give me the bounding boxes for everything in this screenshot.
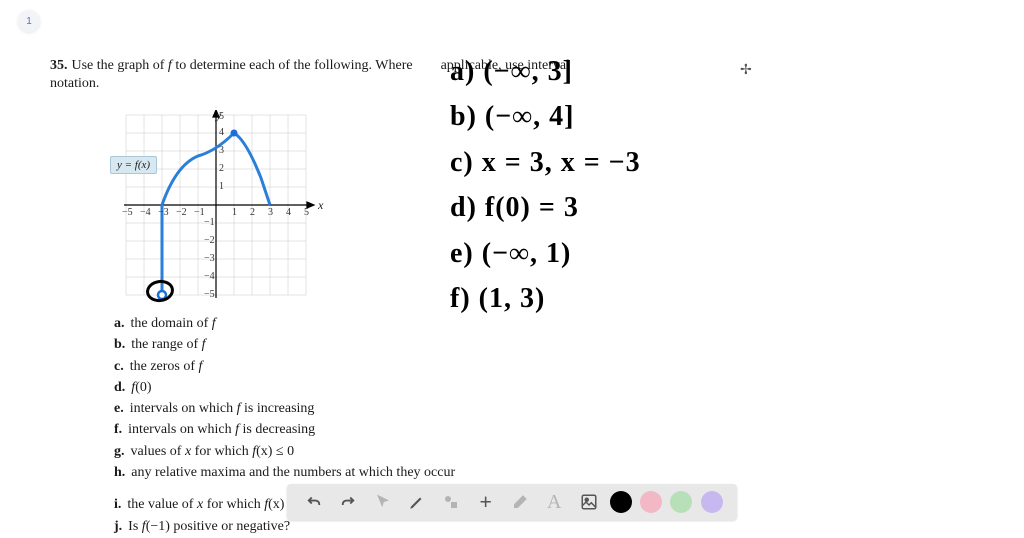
part-f-label: f.: [114, 422, 122, 437]
color-purple[interactable]: [701, 491, 723, 513]
part-j-label: j.: [114, 519, 122, 534]
part-e-label: e.: [114, 401, 124, 416]
tick-y-1: 1: [219, 181, 224, 192]
tick-y-n2: −2: [204, 235, 215, 246]
part-c-text: the zeros of: [130, 359, 199, 374]
cursor-icon: ✢: [740, 62, 752, 79]
part-i-text2: for which: [203, 497, 264, 512]
answer-c: c) x = 3, x = −3: [450, 141, 770, 184]
part-d-label: d.: [114, 380, 125, 395]
tick-y-n3: −3: [204, 253, 215, 264]
answer-e: e) (−∞, 1): [450, 232, 770, 275]
part-j-text: Is: [128, 519, 142, 534]
part-b-text: the range of: [131, 337, 201, 352]
tick-x-n3: −3: [158, 207, 169, 218]
color-black[interactable]: [610, 491, 632, 513]
part-e-text: intervals on which: [130, 401, 237, 416]
part-a-fn: f: [212, 316, 216, 331]
tick-y-4: 4: [219, 127, 224, 138]
tick-y-5: 5: [219, 111, 224, 122]
image-button[interactable]: [576, 489, 602, 515]
parts-list: a. the domain of f b. the range of f c. the…: [114, 314, 590, 483]
tick-x-n2: −2: [176, 207, 187, 218]
answer-d: d) f(0) = 3: [450, 186, 770, 229]
part-a-label: a.: [114, 316, 125, 331]
handwritten-answers: a) (−∞, 3] b) (−∞, 4] c) x = 3, x = −3 d…: [450, 50, 770, 322]
tick-x-1: 1: [232, 207, 237, 218]
pointer-button[interactable]: [370, 489, 396, 515]
part-j-text2: (−1) positive or negative?: [146, 519, 290, 534]
part-f-text: intervals on which: [128, 422, 235, 437]
part-d-text: (0): [135, 380, 151, 395]
annotation-toolbar: + A: [287, 484, 737, 520]
tick-x-n5: −5: [122, 207, 133, 218]
problem-number: 35.: [50, 58, 68, 73]
function-label: y = f(x): [110, 156, 157, 174]
part-d: d.f(0): [114, 378, 590, 398]
part-e-text2: is increasing: [241, 401, 315, 416]
eraser-button[interactable]: [507, 489, 533, 515]
color-green[interactable]: [670, 491, 692, 513]
plus-button[interactable]: +: [473, 489, 499, 515]
part-g-text: values of: [131, 444, 185, 459]
answer-b: b) (−∞, 4]: [450, 95, 770, 138]
redo-button[interactable]: [335, 489, 361, 515]
tick-x-5: 5: [304, 207, 309, 218]
tick-y-n4: −4: [204, 271, 215, 282]
tick-y-n5: −5: [204, 289, 215, 300]
color-pink[interactable]: [640, 491, 662, 513]
part-f-text2: is decreasing: [239, 422, 315, 437]
undo-button[interactable]: [301, 489, 327, 515]
tick-y-3: 3: [219, 145, 224, 156]
part-b-fn: f: [202, 337, 206, 352]
part-h-text: any relative maxima and the numbers at w…: [131, 465, 455, 480]
graph-grid: [116, 110, 316, 300]
shapes-button[interactable]: [438, 489, 464, 515]
max-point: [231, 130, 238, 137]
problem-text-1b: to determine each of the following. Wher…: [172, 58, 413, 73]
answer-a: a) (−∞, 3]: [450, 50, 770, 93]
part-h: h. any relative maxima and the numbers at…: [114, 463, 590, 483]
part-a-text: the domain of: [131, 316, 212, 331]
page-badge: 1: [18, 10, 40, 32]
graph: y x y = f(x) −5 −4 −3 −2 −1 1 2 3 4 5 1 …: [116, 110, 316, 300]
answer-f: f) (1, 3): [450, 277, 770, 320]
text-button[interactable]: A: [541, 489, 567, 515]
part-i-text: the value of: [127, 497, 197, 512]
part-e: e.intervals on which f is increasing: [114, 399, 590, 419]
part-b: b. the range of f: [114, 335, 590, 355]
part-g-text3: (x) ≤ 0: [256, 444, 294, 459]
part-g-text2: for which: [191, 444, 252, 459]
tick-x-3: 3: [268, 207, 273, 218]
part-i-label: i.: [114, 497, 121, 512]
part-c-fn: f: [199, 359, 203, 374]
tick-x-2: 2: [250, 207, 255, 218]
pencil-button[interactable]: [404, 489, 430, 515]
tick-x-4: 4: [286, 207, 291, 218]
part-c-label: c.: [114, 359, 124, 374]
tick-x-n4: −4: [140, 207, 151, 218]
tick-y-n1: −1: [204, 217, 215, 228]
part-g: g.values of x for which f(x) ≤ 0: [114, 442, 590, 462]
part-c: c. the zeros of f: [114, 357, 590, 377]
part-b-label: b.: [114, 337, 125, 352]
part-g-label: g.: [114, 444, 125, 459]
tick-y-2: 2: [219, 163, 224, 174]
part-h-label: h.: [114, 465, 125, 480]
problem-text-1: Use the graph of: [72, 58, 168, 73]
x-axis-label: x: [318, 198, 323, 213]
part-f: f.intervals on which f is decreasing: [114, 420, 590, 440]
